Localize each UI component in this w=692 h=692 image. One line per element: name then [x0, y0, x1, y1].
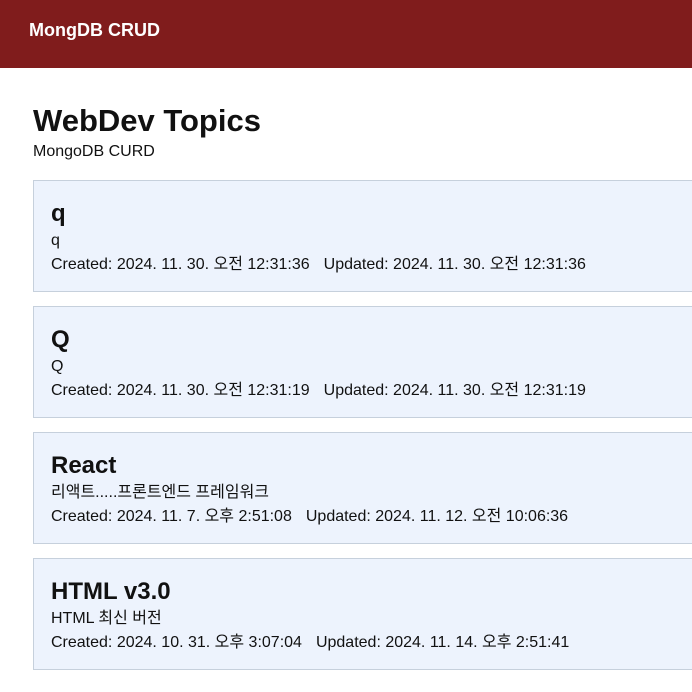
page-title: WebDev Topics — [33, 103, 261, 138]
updated-timestamp: Updated: 2024. 11. 14. 오후 2:51:41 — [315, 634, 570, 651]
topic-title: HTML v3.0 — [51, 578, 171, 605]
created-timestamp: Created: 2024. 11. 7. 오후 2:51:08 — [51, 508, 292, 525]
topic-meta: Created: 2024. 10. 31. 오후 3:07:04 Updated… — [51, 632, 692, 654]
navbar: MongDB CRUD — [0, 0, 692, 68]
topic-meta: Created: 2024. 11. 7. 오후 2:51:08 Updated:… — [51, 506, 692, 528]
topic-card[interactable]: q q Created: 2024. 11. 30. 오전 12:31:36 Up… — [33, 180, 692, 292]
topic-description: HTML 최신 버전 — [51, 610, 162, 627]
topic-list: q q Created: 2024. 11. 30. 오전 12:31:36 Up… — [33, 180, 692, 684]
topic-meta: Created: 2024. 11. 30. 오전 12:31:36 Update… — [51, 254, 692, 276]
created-timestamp: Created: 2024. 11. 30. 오전 12:31:36 — [51, 256, 310, 273]
brand-link[interactable]: MongDB CRUD — [29, 18, 160, 42]
updated-timestamp: Updated: 2024. 11. 30. 오전 12:31:36 — [323, 256, 586, 273]
updated-timestamp: Updated: 2024. 11. 12. 오전 10:06:36 — [305, 508, 569, 525]
topic-card[interactable]: Q Q Created: 2024. 11. 30. 오전 12:31:19 Up… — [33, 306, 692, 418]
topic-meta: Created: 2024. 11. 30. 오전 12:31:19 Update… — [51, 380, 692, 402]
topic-title: q — [51, 200, 66, 227]
topic-title: React — [51, 452, 117, 479]
updated-timestamp: Updated: 2024. 11. 30. 오전 12:31:19 — [323, 382, 586, 399]
created-timestamp: Created: 2024. 11. 30. 오전 12:31:19 — [51, 382, 310, 399]
topic-title: Q — [51, 326, 70, 353]
topic-description: Q — [51, 358, 64, 375]
topic-card[interactable]: React 리액트.....프론트엔드 프레임워크 Created: 2024.… — [33, 432, 692, 544]
page-subtitle: MongoDB CURD — [33, 143, 155, 160]
created-timestamp: Created: 2024. 10. 31. 오후 3:07:04 — [51, 634, 302, 651]
topic-description: q — [51, 232, 60, 249]
topic-card[interactable]: HTML v3.0 HTML 최신 버전 Created: 2024. 10. … — [33, 558, 692, 670]
topic-description: 리액트.....프론트엔드 프레임워크 — [51, 484, 270, 501]
